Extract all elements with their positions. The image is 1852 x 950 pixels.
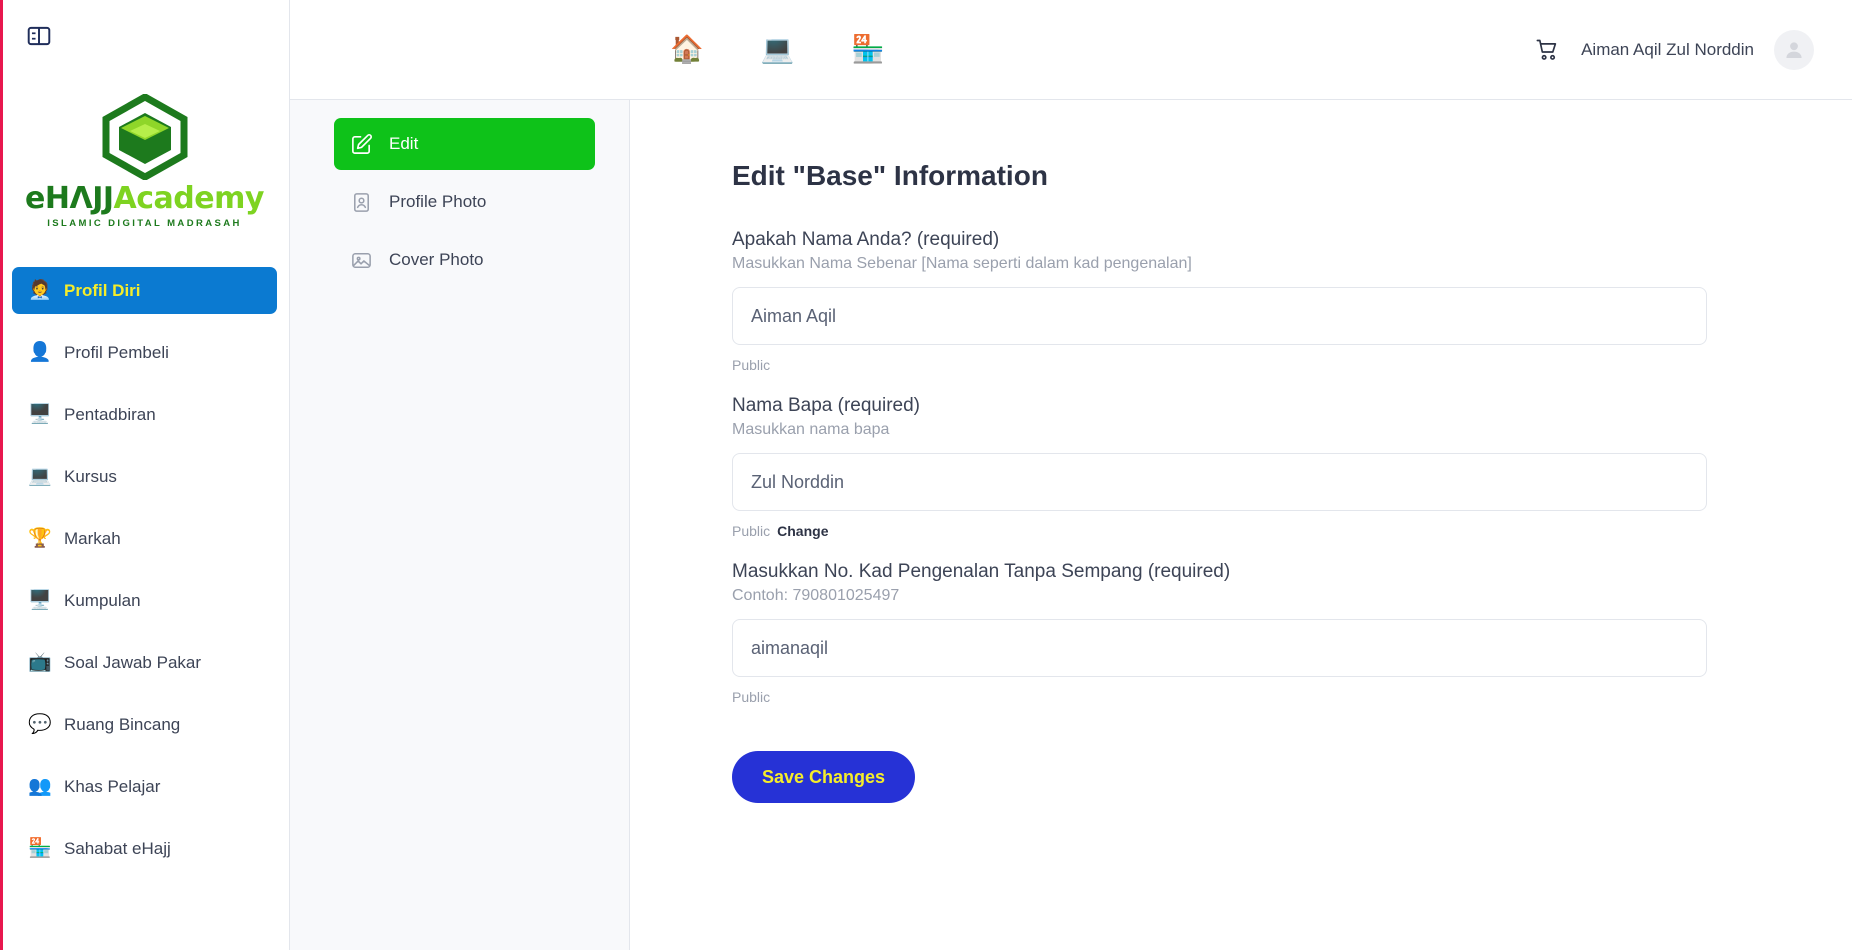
score-trophy-icon: 🏆 — [28, 529, 50, 548]
subnav-item-profile-photo[interactable]: Profile Photo — [334, 176, 595, 228]
id-card-person-icon: 🧑‍💼 — [28, 281, 50, 300]
field-meta: Public — [732, 689, 1852, 705]
form-field-nama: Apakah Nama Anda? (required) Masukkan Na… — [732, 229, 1852, 373]
field-meta: Public — [732, 357, 1852, 373]
app-root: eHΛJJAcademy ISLAMIC DIGITAL MADRASAH 🧑‍… — [0, 0, 1852, 950]
subnav-item-label: Profile Photo — [389, 192, 486, 212]
sidebar-item-label: Ruang Bincang — [64, 715, 180, 735]
group-laptop-icon: 🖥️ — [28, 591, 50, 610]
primary-sidebar: eHΛJJAcademy ISLAMIC DIGITAL MADRASAH 🧑‍… — [0, 0, 290, 950]
ehajj-kaaba-logo-icon — [99, 94, 191, 180]
main-content: Edit "Base" Information Apakah Nama Anda… — [630, 100, 1852, 950]
brand-name-part1: eHΛJJ — [25, 181, 114, 216]
form-field-nama-bapa: Nama Bapa (required) Masukkan nama bapa … — [732, 395, 1852, 539]
brand-name-part2: Academy — [114, 181, 264, 216]
sidebar-item-label: Kumpulan — [64, 591, 141, 611]
brand-tagline: ISLAMIC DIGITAL MADRASAH — [47, 218, 241, 229]
panel-toggle-icon[interactable] — [26, 23, 52, 49]
sidebar-item-soal-jawab-pakar[interactable]: 📺 Soal Jawab Pakar — [12, 639, 277, 686]
sidebar-item-label: Profil Diri — [64, 281, 141, 301]
qa-expert-icon: 📺 — [28, 653, 50, 672]
field-hint: Masukkan Nama Sebenar [Nama seperti dala… — [732, 255, 1852, 273]
kad-pengenalan-input[interactable] — [732, 619, 1707, 677]
top-header-bar: 🏠 💻 🏪 Aiman Aqil Zul Norddin — [290, 0, 1852, 100]
user-avatar-icon[interactable] — [1774, 30, 1814, 70]
field-hint: Masukkan nama bapa — [732, 421, 1852, 439]
students-special-icon: 👥 — [28, 777, 50, 796]
field-label: Masukkan No. Kad Pengenalan Tanpa Sempan… — [732, 561, 1852, 583]
pencil-square-icon — [350, 133, 373, 156]
discussion-chat-icon: 💬 — [28, 715, 50, 734]
sidebar-item-label: Pentadbiran — [64, 405, 156, 425]
id-portrait-icon — [350, 191, 373, 214]
visibility-label: Public — [732, 523, 770, 539]
sidebar-item-pentadbiran[interactable]: 🖥️ Pentadbiran — [12, 391, 277, 438]
sidebar-item-kursus[interactable]: 💻 Kursus — [12, 453, 277, 500]
left-edge-accent — [0, 0, 3, 950]
profile-subnav-panel: Edit Profile Photo — [290, 0, 630, 950]
image-photo-icon — [350, 249, 373, 272]
sidebar-item-markah[interactable]: 🏆 Markah — [12, 515, 277, 562]
sidebar-item-khas-pelajar[interactable]: 👥 Khas Pelajar — [12, 763, 277, 810]
subnav-item-edit[interactable]: Edit — [334, 118, 595, 170]
sidebar-item-label: Kursus — [64, 467, 117, 487]
field-label: Nama Bapa (required) — [732, 395, 1852, 417]
field-meta: Public Change — [732, 523, 1852, 539]
nama-input[interactable] — [732, 287, 1707, 345]
admin-settings-icon: 🖥️ — [28, 405, 50, 424]
sidebar-item-label: Khas Pelajar — [64, 777, 160, 797]
subnav-item-label: Cover Photo — [389, 250, 484, 270]
sidebar-item-label: Sahabat eHajj — [64, 839, 171, 859]
brand-logo[interactable]: eHΛJJAcademy ISLAMIC DIGITAL MADRASAH — [0, 72, 289, 259]
sidebar-item-label: Profil Pembeli — [64, 343, 169, 363]
shopper-person-icon: 👤 — [28, 343, 50, 362]
home-house-icon[interactable]: 🏠 — [670, 36, 704, 63]
elearning-laptop-icon[interactable]: 💻 — [761, 36, 795, 63]
visibility-label: Public — [732, 689, 770, 705]
course-laptop-icon: 💻 — [28, 467, 50, 486]
sidebar-item-label: Soal Jawab Pakar — [64, 653, 201, 673]
nama-bapa-input[interactable] — [732, 453, 1707, 511]
field-hint: Contoh: 790801025497 — [732, 587, 1852, 605]
sidebar-item-sahabat-ehajj[interactable]: 🏪 Sahabat eHajj — [12, 825, 277, 872]
subnav-list: Edit Profile Photo — [290, 118, 629, 286]
field-label: Apakah Nama Anda? (required) — [732, 229, 1852, 251]
store-shop-icon[interactable]: 🏪 — [851, 36, 885, 63]
top-nav-icons: 🏠 💻 🏪 — [670, 36, 885, 63]
sidebar-nav-list: 🧑‍💼 Profil Diri 👤 Profil Pembeli 🖥️ Pent… — [0, 259, 289, 887]
sidebar-item-label: Markah — [64, 529, 121, 549]
visibility-label: Public — [732, 357, 770, 373]
change-visibility-link[interactable]: Change — [777, 523, 828, 539]
brand-wordmark: eHΛJJAcademy — [25, 184, 264, 214]
friends-ehajj-icon: 🏪 — [28, 839, 50, 858]
form-field-kad-pengenalan: Masukkan No. Kad Pengenalan Tanpa Sempan… — [732, 561, 1852, 705]
right-column: 🏠 💻 🏪 Aiman Aqil Zul Norddin — [630, 0, 1852, 950]
page-title: Edit "Base" Information — [732, 160, 1852, 192]
top-header-right: Aiman Aqil Zul Norddin — [1534, 30, 1852, 70]
subnav-item-label: Edit — [389, 134, 418, 154]
subnav-item-cover-photo[interactable]: Cover Photo — [334, 234, 595, 286]
sidebar-item-profil-pembeli[interactable]: 👤 Profil Pembeli — [12, 329, 277, 376]
user-name-label: Aiman Aqil Zul Norddin — [1581, 40, 1754, 60]
sidebar-item-kumpulan[interactable]: 🖥️ Kumpulan — [12, 577, 277, 624]
sidebar-item-profil-diri[interactable]: 🧑‍💼 Profil Diri — [12, 267, 277, 314]
sidebar-item-ruang-bincang[interactable]: 💬 Ruang Bincang — [12, 701, 277, 748]
save-changes-button[interactable]: Save Changes — [732, 751, 915, 803]
sidebar-toggle-row — [0, 0, 289, 72]
shopping-cart-icon[interactable] — [1534, 36, 1561, 63]
